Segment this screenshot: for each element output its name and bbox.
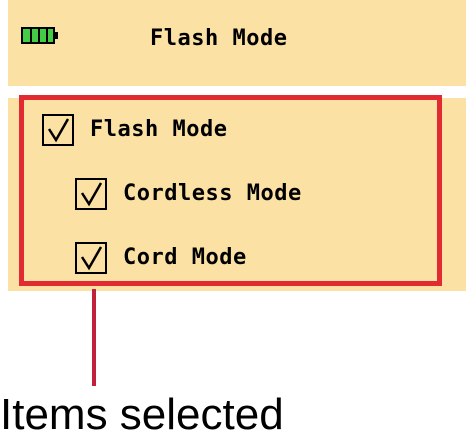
- callout-line: [92, 289, 96, 386]
- selection-highlight: [19, 95, 442, 286]
- page-title: Flash Mode: [150, 26, 288, 51]
- device-screen: Flash Mode Flash Mode Cordless Mode Cord…: [0, 0, 476, 291]
- battery-icon: [21, 27, 58, 44]
- callout-label: Items selected: [0, 390, 284, 439]
